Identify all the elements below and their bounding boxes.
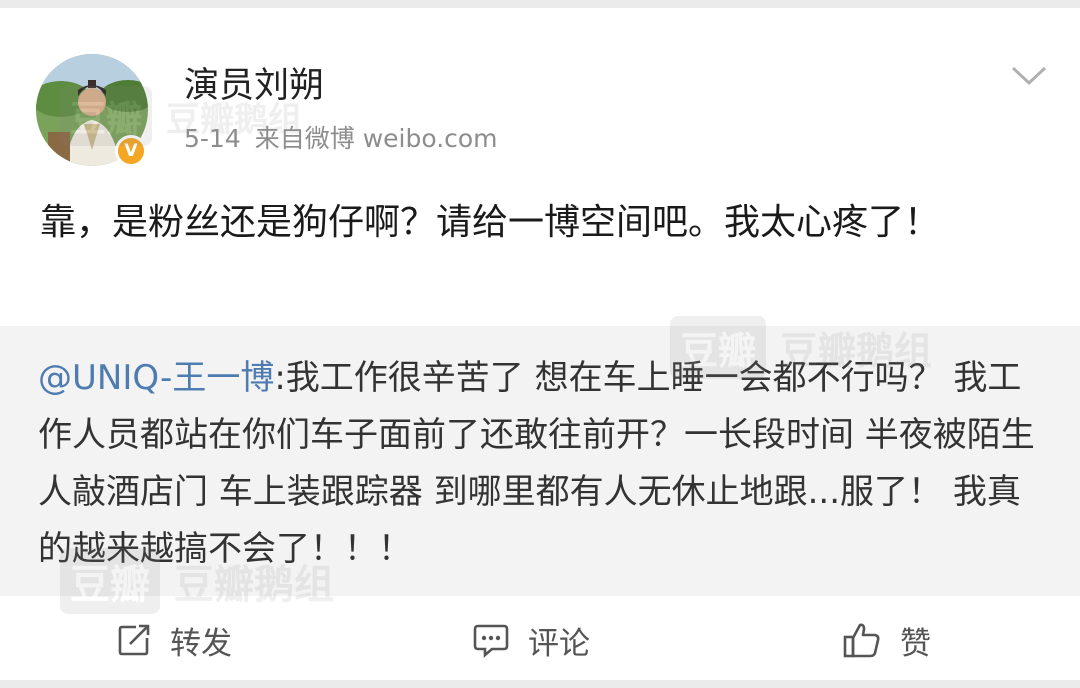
retweeted-post[interactable]: @UNIQ-王一博:我工作很辛苦了 想在车上睡一会都不行吗？ 我工作人员都站在你… (0, 326, 1080, 596)
chevron-down-icon[interactable] (1010, 64, 1048, 88)
repost-button[interactable]: 转发 (116, 618, 232, 662)
like-label: 赞 (900, 625, 931, 662)
action-bar: 转发 评论 赞 (0, 608, 1080, 674)
like-icon (843, 623, 880, 658)
like-button[interactable]: 赞 (842, 618, 931, 662)
repost-icon (118, 624, 150, 656)
username[interactable]: 演员刘朔 (184, 64, 324, 108)
verified-icon: V (115, 135, 147, 167)
post-text: 靠，是粉丝还是狗仔啊？请给一博空间吧。我太心疼了！ (40, 202, 941, 243)
comment-icon (473, 624, 509, 658)
post-source: 来自微博 weibo.com (254, 124, 498, 153)
retweet-text: @UNIQ-王一博:我工作很辛苦了 想在车上睡一会都不行吗？ 我工作人员都站在你… (38, 350, 1042, 578)
mention-link[interactable]: @UNIQ-王一博 (38, 358, 274, 398)
comment-button[interactable]: 评论 (472, 618, 590, 662)
weibo-post-card: V 演员刘朔 5-14 来自微博 weibo.com 靠，是粉丝还是狗仔啊？请给一… (0, 8, 1080, 680)
comment-label: 评论 (528, 625, 590, 662)
post-date: 5-14 (184, 124, 241, 153)
repost-label: 转发 (170, 625, 232, 662)
post-meta: 5-14 来自微博 weibo.com (184, 122, 498, 156)
